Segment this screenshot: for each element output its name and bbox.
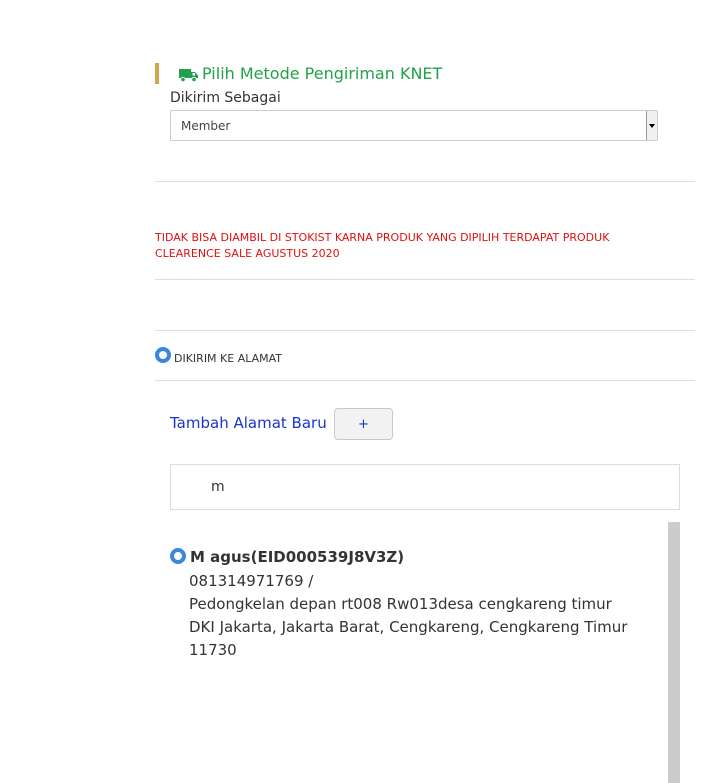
divider	[155, 279, 695, 280]
address-region: DKI Jakarta, Jakarta Barat, Cengkareng, …	[189, 618, 628, 636]
address-street: Pedongkelan depan rt008 Rw013desa cengka…	[189, 595, 612, 613]
radio-dot	[159, 351, 167, 359]
send-as-selected-value: Member	[181, 119, 231, 133]
add-address-button[interactable]: +	[334, 408, 393, 440]
ship-to-address-label: DIKIRIM KE ALAMAT	[174, 352, 283, 365]
shipping-method-header: Pilih Metode Pengiriman KNET	[155, 63, 442, 84]
radio-dot	[174, 552, 182, 560]
ship-to-address-radio[interactable]	[155, 347, 171, 363]
divider	[155, 181, 695, 182]
address-postal-code: 11730	[189, 641, 237, 659]
stockist-warning-text: TIDAK BISA DIAMBIL DI STOKIST KARNA PROD…	[155, 231, 610, 260]
truck-icon	[179, 67, 199, 82]
chevron-down-icon[interactable]	[646, 111, 657, 140]
send-as-label: Dikirim Sebagai	[170, 90, 281, 106]
add-address-label: Tambah Alamat Baru	[170, 414, 327, 432]
address-list-scrollbar[interactable]	[668, 522, 680, 783]
send-as-select[interactable]: Member	[170, 110, 658, 141]
divider	[155, 380, 695, 381]
section-title: Pilih Metode Pengiriman KNET	[202, 64, 443, 83]
address-search-input[interactable]	[170, 464, 680, 510]
address-recipient-name: M agus(EID000539J8V3Z)	[190, 548, 405, 566]
divider	[155, 330, 695, 331]
address-phone: 081314971769 /	[189, 572, 314, 590]
address-select-radio[interactable]	[170, 548, 186, 564]
